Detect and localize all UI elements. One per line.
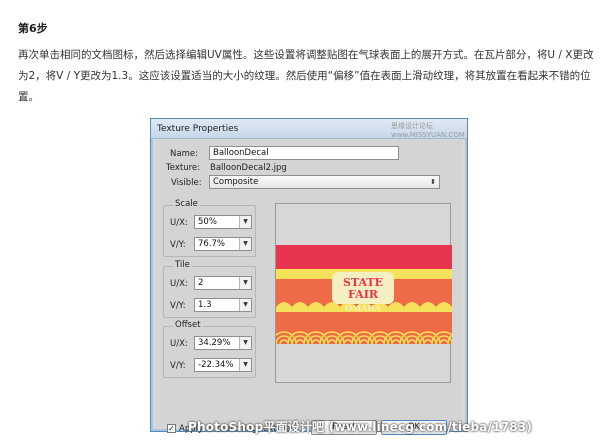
offset-v-value: -22.34% [198,360,234,370]
texture-filename: BalloonDecal2.jpg [210,163,287,173]
watermark-text: 思缘设计论坛 www.MISSYUAN.COM [391,122,465,139]
instruction-paragraph: 再次单击相同的文档图标，然后选择编辑UV属性。这些设置将调整贴图在气球表面上的展… [18,49,594,103]
preview-sign-line3: OMAHA [345,303,382,313]
tile-u-label: U/X: [170,279,188,289]
preview-sign-line2: FAIR [348,288,379,301]
scale-u-value: 50% [198,217,217,227]
tile-v-value: 1.3 [198,300,212,310]
preview-red-band [276,245,452,269]
tile-group-title: Tile [173,260,192,270]
texture-label: Texture: [166,163,200,173]
visible-label: Visible: [171,178,202,188]
visible-select-value: Composite [213,177,259,187]
tile-u-value: 2 [198,278,204,288]
preview-pattern-band [276,312,452,344]
scale-group: Scale U/X: 50% ▼ V/Y: 76.7% ▼ [163,199,256,257]
offset-u-stepper[interactable]: 34.29% ▼ [194,336,252,350]
offset-v-label: V/Y: [170,361,186,371]
dropdown-arrow-icon[interactable]: ▼ [239,359,251,371]
apply-matching-checkbox[interactable]: ✓ [167,424,176,433]
offset-u-value: 34.29% [198,338,231,348]
tile-v-stepper[interactable]: 1.3 ▼ [194,298,252,312]
scale-group-title: Scale [173,199,200,209]
name-label: Name: [170,149,198,159]
tile-v-label: V/Y: [170,301,186,311]
visible-select[interactable]: Composite ⬍ [209,175,440,189]
name-field[interactable]: BalloonDecal [209,146,399,160]
offset-v-stepper[interactable]: -22.34% ▼ [194,358,252,372]
dialog-content: Name: BalloonDecal Texture: BalloonDecal… [156,140,462,435]
dropdown-arrow-icon[interactable]: ▼ [239,299,251,311]
scale-u-label: U/X: [170,218,188,228]
dropdown-arrow-icon[interactable]: ▼ [239,337,251,349]
texture-preview-image: STATE FAIR OMAHA [276,245,452,345]
dropdown-arrow-icon[interactable]: ▼ [239,277,251,289]
texture-preview: STATE FAIR OMAHA [275,203,452,383]
offset-u-label: U/X: [170,339,188,349]
texture-properties-dialog: Texture Properties 思缘设计论坛 www.MISSYUAN.C… [150,118,468,435]
scale-v-value: 76.7% [198,239,226,249]
dropdown-arrow-icon[interactable]: ▼ [239,216,251,228]
tile-u-stepper[interactable]: 2 ▼ [194,276,252,290]
scale-v-stepper[interactable]: 76.7% ▼ [194,237,252,251]
step-title: 第6步 [18,22,48,35]
checkmark-icon: ✓ [168,424,175,433]
tile-group: Tile U/X: 2 ▼ V/Y: 1.3 ▼ [163,260,256,318]
offset-group-title: Offset [173,320,203,330]
dropdown-arrow-icon[interactable]: ▼ [239,238,251,250]
scale-v-label: V/Y: [170,240,186,250]
select-arrows-icon: ⬍ [430,178,436,186]
scale-u-stepper[interactable]: 50% ▼ [194,215,252,229]
footer-watermark: PhotoShop平面设计吧 (www.linecg.com/tieba/178… [188,420,533,434]
offset-group: Offset U/X: 34.29% ▼ V/Y: -22.34% ▼ [163,320,256,378]
